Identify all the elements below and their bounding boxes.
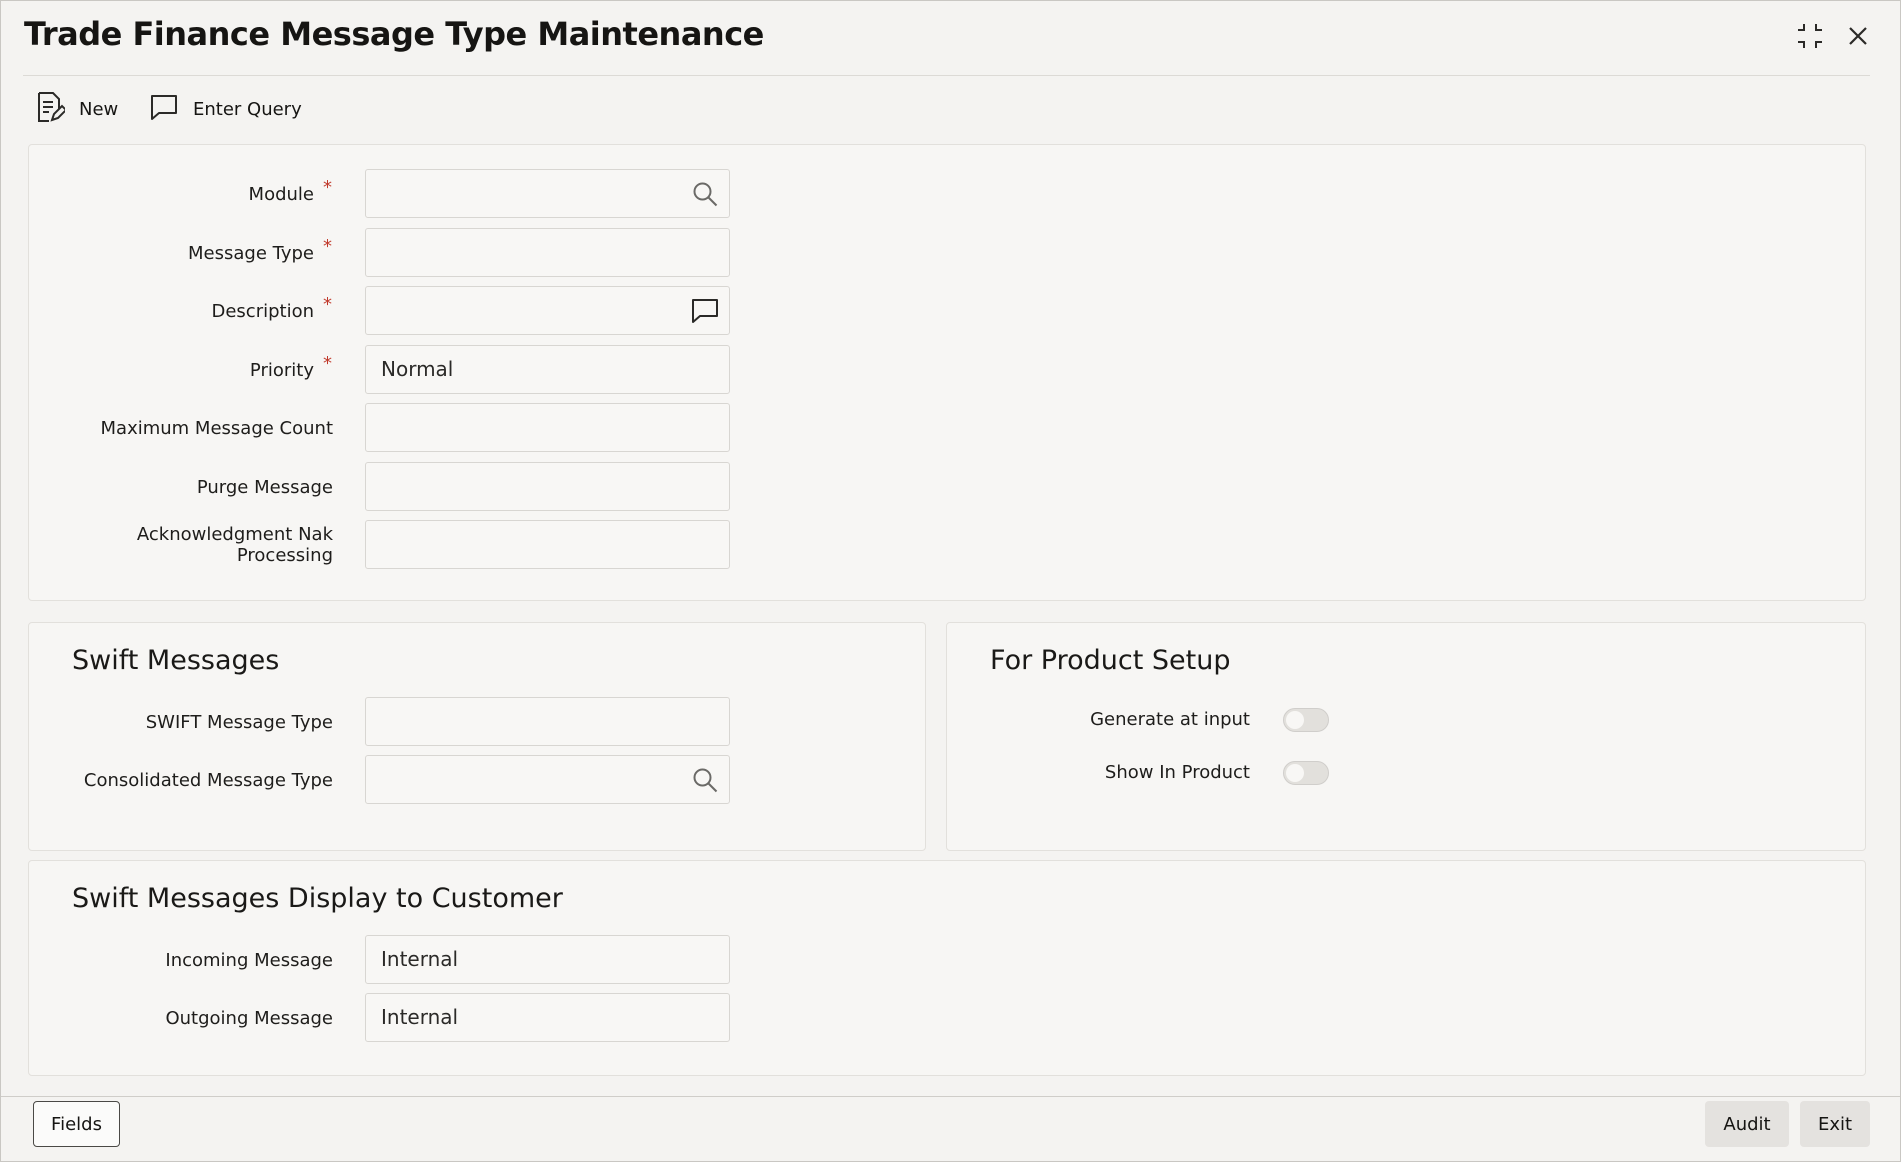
- outgoing-message-label: Outgoing Message: [165, 1008, 333, 1029]
- ack-nak-label-line1: Acknowledgment Nak: [137, 524, 333, 545]
- search-icon[interactable]: [691, 766, 719, 794]
- enter-query-label: Enter Query: [193, 99, 302, 120]
- exit-button[interactable]: Exit: [1800, 1101, 1870, 1147]
- incoming-message-field[interactable]: Internal: [365, 935, 730, 984]
- new-button[interactable]: New: [35, 91, 118, 127]
- page-title: Trade Finance Message Type Maintenance: [24, 15, 764, 53]
- priority-field[interactable]: Normal: [365, 345, 730, 394]
- ack-nak-field[interactable]: [365, 520, 730, 569]
- search-icon[interactable]: [691, 180, 719, 208]
- display-to-customer-title: Swift Messages Display to Customer: [72, 883, 563, 914]
- outgoing-message-field[interactable]: Internal: [365, 993, 730, 1042]
- description-field[interactable]: [365, 286, 730, 335]
- priority-value: Normal: [381, 346, 453, 393]
- footer-divider: [1, 1096, 1900, 1097]
- module-field[interactable]: [365, 169, 730, 218]
- message-type-field[interactable]: [365, 228, 730, 277]
- incoming-message-label: Incoming Message: [165, 950, 333, 971]
- speech-bubble-icon: [149, 93, 179, 126]
- purge-message-field[interactable]: [365, 462, 730, 511]
- audit-button[interactable]: Audit: [1705, 1101, 1789, 1147]
- show-in-product-label: Show In Product: [1105, 762, 1250, 783]
- fields-button[interactable]: Fields: [33, 1101, 120, 1147]
- enter-query-button[interactable]: Enter Query: [149, 91, 302, 127]
- ack-nak-label-line2: Processing: [137, 545, 333, 566]
- window-frame: Trade Finance Message Type Maintenance N…: [0, 0, 1901, 1162]
- outgoing-message-value: Internal: [381, 994, 458, 1041]
- new-label: New: [79, 99, 118, 120]
- swift-message-type-field[interactable]: [365, 697, 730, 746]
- message-type-label: Message Type: [188, 243, 314, 264]
- priority-label: Priority: [250, 360, 314, 381]
- consolidated-message-type-field[interactable]: [365, 755, 730, 804]
- module-required-mark: *: [323, 177, 332, 198]
- priority-required-mark: *: [323, 353, 332, 374]
- ack-nak-label: Acknowledgment Nak Processing: [137, 524, 333, 566]
- title-divider: [23, 75, 1870, 76]
- compress-icon[interactable]: [1793, 19, 1827, 53]
- message-type-required-mark: *: [323, 236, 332, 257]
- toggle-knob: [1286, 764, 1304, 782]
- max-message-count-label: Maximum Message Count: [101, 418, 333, 439]
- generate-at-input-toggle[interactable]: [1283, 708, 1329, 732]
- swift-messages-title: Swift Messages: [72, 645, 279, 676]
- generate-at-input-label: Generate at input: [1090, 709, 1250, 730]
- comment-icon[interactable]: [691, 297, 719, 325]
- description-label: Description: [211, 301, 314, 322]
- product-setup-title: For Product Setup: [990, 645, 1230, 676]
- close-icon[interactable]: [1841, 19, 1875, 53]
- incoming-message-value: Internal: [381, 936, 458, 983]
- module-label: Module: [249, 184, 314, 205]
- toggle-knob: [1286, 711, 1304, 729]
- new-document-icon: [35, 91, 65, 128]
- max-message-count-field[interactable]: [365, 403, 730, 452]
- purge-message-label: Purge Message: [197, 477, 333, 498]
- description-required-mark: *: [323, 294, 332, 315]
- show-in-product-toggle[interactable]: [1283, 761, 1329, 785]
- consolidated-message-type-label: Consolidated Message Type: [84, 770, 333, 791]
- swift-message-type-label: SWIFT Message Type: [146, 712, 333, 733]
